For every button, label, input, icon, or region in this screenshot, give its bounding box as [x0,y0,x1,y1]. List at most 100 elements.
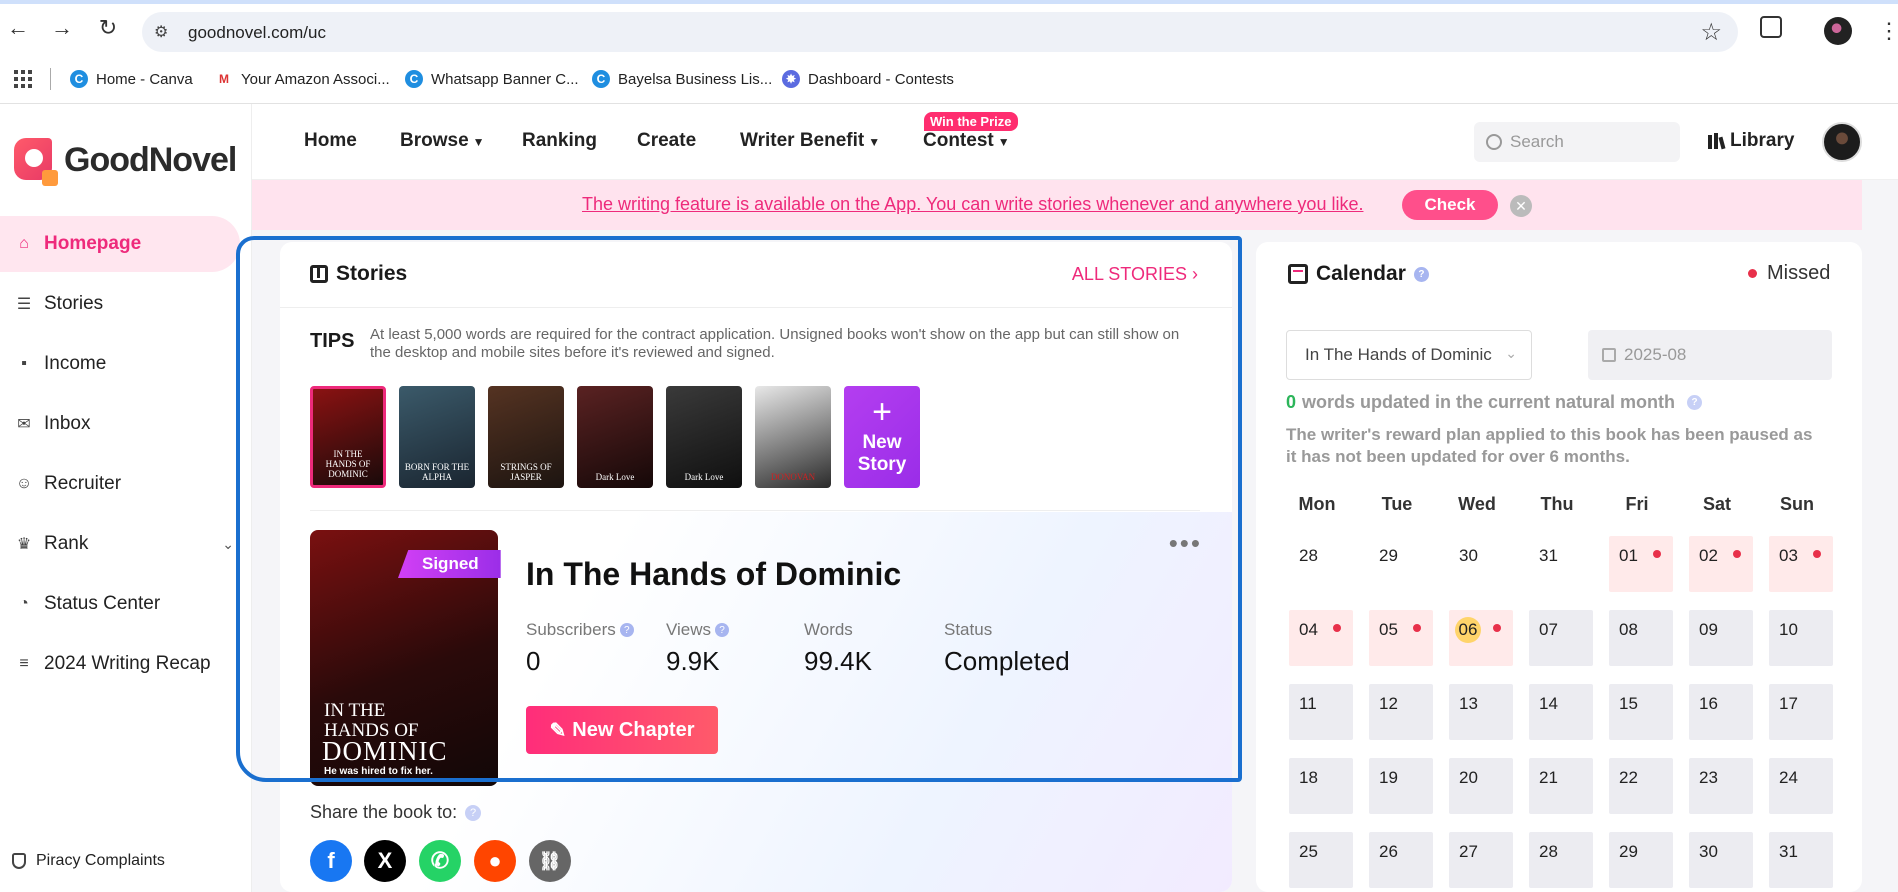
calendar-day[interactable]: 24 [1769,758,1833,814]
calendar-day: 29 [1369,536,1433,592]
calendar-day[interactable]: 29 [1609,832,1673,888]
missed-dot-icon [1733,550,1741,558]
calendar-day[interactable]: 30 [1689,832,1753,888]
nav-browse[interactable]: Browse ▼ [400,130,485,152]
nav-home[interactable]: Home [304,130,357,152]
nav-ranking[interactable]: Ranking [522,130,597,152]
calendar-day[interactable]: 23 [1689,758,1753,814]
calendar-day[interactable]: 09 [1689,610,1753,666]
reddit-share-icon[interactable]: ● [474,840,516,882]
bookmark-star-icon[interactable]: ☆ [1700,18,1722,47]
calendar-day-number: 30 [1699,842,1718,861]
bookmark-label: Dashboard - Contests [808,70,954,88]
search-input[interactable]: Search [1474,122,1680,162]
calendar-day[interactable]: 26 [1369,832,1433,888]
site-info-icon[interactable]: ⚙ [154,22,168,42]
x-share-icon[interactable]: X [364,840,406,882]
sidebar-item-homepage[interactable]: ⌂ Homepage [0,216,240,272]
forward-icon[interactable]: → [48,14,76,42]
browser-profile-avatar[interactable] [1824,17,1852,45]
missed-legend: Missed [1748,262,1830,285]
user-avatar[interactable] [1822,122,1862,162]
nav-create[interactable]: Create [637,130,696,152]
goodnovel-logo[interactable]: GoodNovel [14,138,237,186]
apps-grid-icon[interactable] [14,70,32,88]
close-icon[interactable]: ✕ [1510,195,1532,217]
calendar-day[interactable]: 28 [1529,832,1593,888]
calendar-day[interactable]: 18 [1289,758,1353,814]
calendar-day-number: 28 [1539,842,1558,861]
calendar-day[interactable]: 06 [1449,610,1513,666]
bookmark-item[interactable]: ✸ Dashboard - Contests [782,68,954,90]
calendar-day[interactable]: 20 [1449,758,1513,814]
calendar-day[interactable]: 17 [1769,684,1833,740]
calendar-day[interactable]: 14 [1529,684,1593,740]
weekday-header: Mon [1298,494,1336,514]
facebook-share-icon[interactable]: f [310,840,352,882]
calendar-day-number: 28 [1299,546,1318,565]
sidebar-item-recruiter[interactable]: ☺ Recruiter [0,456,240,512]
sidebar-item-rank[interactable]: ♛ Rank ⌄ [0,516,240,572]
wallet-icon: ▪ [21,355,27,372]
calendar-day[interactable]: 10 [1769,610,1833,666]
calendar-day[interactable]: 12 [1369,684,1433,740]
nav-writer-benefit[interactable]: Writer Benefit ▼ [740,130,880,152]
missed-dot-icon [1493,624,1501,632]
library-link[interactable]: Library [1708,130,1794,152]
bookmark-item[interactable]: M Your Amazon Associ... [215,68,390,90]
check-button[interactable]: Check [1402,190,1498,220]
calendar-day[interactable]: 27 [1449,832,1513,888]
calendar-day-number: 29 [1379,546,1398,565]
calendar-day[interactable]: 21 [1529,758,1593,814]
back-icon[interactable]: ← [4,14,32,42]
help-icon[interactable]: ? [1687,395,1703,410]
reward-note: The writer's reward plan applied to this… [1286,425,1813,466]
calendar-day-number: 24 [1779,768,1798,787]
calendar-day[interactable]: 08 [1609,610,1673,666]
calendar-day[interactable]: 25 [1289,832,1353,888]
calendar-day[interactable]: 07 [1529,610,1593,666]
calendar-day[interactable]: 03 [1769,536,1833,592]
copy-link-icon[interactable]: ⛓ [529,840,571,882]
calendar-day[interactable]: 31 [1769,832,1833,888]
reload-icon[interactable]: ↻ [94,14,122,42]
sidebar-item-status-center[interactable]: ◔ Status Center [0,576,240,632]
bookmark-label: Home - Canva [96,70,193,88]
calendar-day-number: 03 [1779,546,1798,565]
calendar-small-icon [1602,348,1616,362]
calendar-day-number: 04 [1299,620,1318,639]
bookmark-item[interactable]: C Home - Canva [70,68,193,90]
sidebar-item-stories[interactable]: ☰ Stories [0,276,240,332]
nav-contest[interactable]: Contest ▼ [923,130,1010,152]
calendar-day[interactable]: 16 [1689,684,1753,740]
bookmark-item[interactable]: C Bayelsa Business Lis... [592,68,772,90]
bookmark-item[interactable]: C Whatsapp Banner C... [405,68,579,90]
calendar-day[interactable]: 01 [1609,536,1673,592]
calendar-day[interactable]: 13 [1449,684,1513,740]
address-bar[interactable]: ⚙ goodnovel.com/uc ☆ [142,12,1738,52]
bookmark-favicon-icon: M [215,70,233,88]
piracy-complaints-link[interactable]: Piracy Complaints [12,852,165,870]
calendar-day[interactable]: 02 [1689,536,1753,592]
calendar-day[interactable]: 22 [1609,758,1673,814]
calendar-day[interactable]: 04 [1289,610,1353,666]
sidebar-item-inbox[interactable]: ✉ Inbox [0,396,240,452]
sidebar-item-2024-writing-recap[interactable]: ≡ 2024 Writing Recap [0,636,240,692]
extensions-icon[interactable] [1760,16,1782,38]
browser-menu-icon[interactable]: ⋮ [1878,18,1898,44]
help-icon[interactable]: ? [1413,266,1429,282]
calendar-title-text: Calendar [1316,262,1406,285]
url-text[interactable]: goodnovel.com/uc [188,23,326,43]
missed-dot-icon [1653,550,1661,558]
calendar-day[interactable]: 19 [1369,758,1433,814]
banner-link[interactable]: The writing feature is available on the … [582,194,1363,215]
calendar-day[interactable]: 05 [1369,610,1433,666]
sidebar-item-income[interactable]: ▪ Income [0,336,240,392]
calendar-day[interactable]: 11 [1289,684,1353,740]
whatsapp-share-icon[interactable]: ✆ [419,840,461,882]
nav-browse-label: Browse [400,130,469,151]
calendar-day[interactable]: 15 [1609,684,1673,740]
book-select[interactable]: In The Hands of Dominic ⌄ [1286,330,1532,380]
month-picker[interactable]: 2025-08 [1588,330,1832,380]
help-icon[interactable]: ? [465,804,482,821]
